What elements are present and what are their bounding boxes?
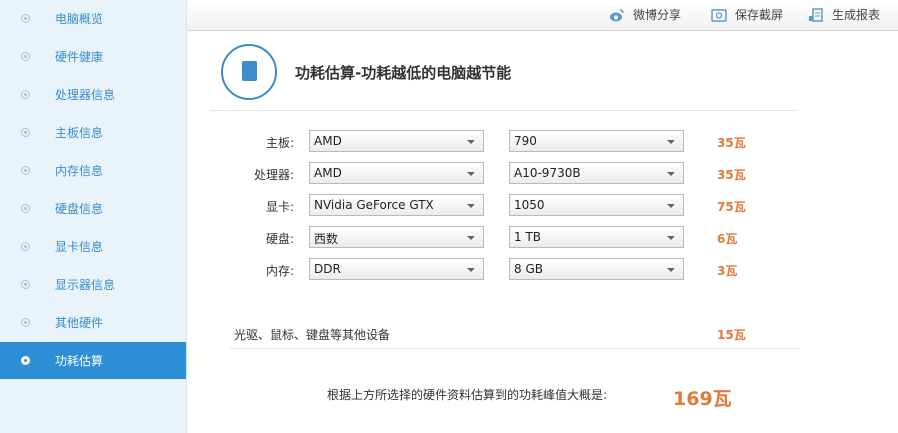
chevron-down-icon bbox=[467, 236, 475, 240]
brand-value: NVidia GeForce GTX bbox=[314, 198, 434, 212]
model-value: 8 GB bbox=[514, 262, 543, 276]
brand-value: AMD bbox=[314, 166, 342, 180]
chevron-down-icon bbox=[667, 140, 675, 144]
other-devices-watt: 15瓦 bbox=[717, 328, 746, 342]
sidebar-item-label: 硬盘信息 bbox=[55, 202, 104, 216]
sidebar-item[interactable]: 处理器信息 bbox=[0, 76, 186, 113]
row-label: 显卡: bbox=[265, 200, 294, 214]
sidebar-item-label: 内存信息 bbox=[55, 164, 104, 178]
sidebar-item-label: 硬件健康 bbox=[55, 50, 104, 64]
save-screenshot-label: 保存截屏 bbox=[735, 8, 784, 22]
sidebar: 电脑概览硬件健康处理器信息主板信息内存信息硬盘信息显卡信息显示器信息其他硬件功耗… bbox=[0, 0, 187, 433]
hardware-row: 硬盘: 西数 1 TB 6瓦 bbox=[230, 226, 790, 248]
hardware-row: 显卡: NVidia GeForce GTX 1050 75瓦 bbox=[230, 194, 790, 216]
sidebar-item[interactable]: 显卡信息 bbox=[0, 228, 186, 265]
sidebar-item-label: 功耗估算 bbox=[55, 354, 104, 368]
toolbar: 微博分享 保存截屏 生成报表 bbox=[187, 0, 898, 31]
row-label: 处理器: bbox=[253, 168, 294, 182]
total-watt: 169瓦 bbox=[673, 388, 732, 410]
chevron-down-icon bbox=[667, 204, 675, 208]
model-select[interactable]: 1 TB bbox=[509, 226, 684, 248]
radio-dot-icon bbox=[21, 90, 30, 99]
generate-report-button[interactable]: 生成报表 bbox=[808, 6, 880, 23]
report-icon bbox=[809, 7, 823, 22]
model-value: 1050 bbox=[514, 198, 545, 212]
sidebar-item-label: 主板信息 bbox=[55, 126, 104, 140]
sidebar-item[interactable]: 其他硬件 bbox=[0, 304, 186, 341]
hardware-row: 主板: AMD 790 35瓦 bbox=[230, 130, 790, 152]
sidebar-item[interactable]: 内存信息 bbox=[0, 152, 186, 189]
hardware-row: 内存: DDR 8 GB 3瓦 bbox=[230, 258, 790, 280]
sidebar-item[interactable]: 硬件健康 bbox=[0, 38, 186, 75]
brand-select[interactable]: AMD bbox=[309, 130, 484, 152]
watt-value: 3瓦 bbox=[717, 264, 738, 278]
brand-value: AMD bbox=[314, 134, 342, 148]
divider bbox=[230, 348, 800, 349]
sidebar-item[interactable]: 主板信息 bbox=[0, 114, 186, 151]
watt-value: 35瓦 bbox=[717, 168, 746, 182]
brand-value: DDR bbox=[314, 262, 341, 276]
model-select[interactable]: 8 GB bbox=[509, 258, 684, 280]
chevron-down-icon bbox=[467, 268, 475, 272]
camera-icon bbox=[711, 8, 727, 22]
brand-select[interactable]: 西数 bbox=[309, 226, 484, 248]
watt-value: 75瓦 bbox=[717, 200, 746, 214]
model-select[interactable]: 1050 bbox=[509, 194, 684, 216]
chevron-down-icon bbox=[667, 236, 675, 240]
brand-select[interactable]: DDR bbox=[309, 258, 484, 280]
hardware-row: 处理器: AMD A10-9730B 35瓦 bbox=[230, 162, 790, 184]
sidebar-item-label: 显卡信息 bbox=[55, 240, 104, 254]
brand-select[interactable]: NVidia GeForce GTX bbox=[309, 194, 484, 216]
chevron-down-icon bbox=[467, 140, 475, 144]
chevron-down-icon bbox=[467, 172, 475, 176]
sidebar-item-label: 处理器信息 bbox=[55, 88, 116, 102]
radio-dot-icon bbox=[21, 356, 30, 365]
chevron-down-icon bbox=[667, 172, 675, 176]
weibo-share-label: 微博分享 bbox=[633, 8, 682, 22]
calculator-logo bbox=[221, 44, 277, 100]
model-value: 1 TB bbox=[514, 230, 542, 244]
radio-dot-icon bbox=[21, 280, 30, 289]
page-title: 功耗估算-功耗越低的电脑越节能 bbox=[295, 64, 512, 82]
weibo-icon bbox=[610, 8, 624, 21]
model-select[interactable]: A10-9730B bbox=[509, 162, 684, 184]
radio-dot-icon bbox=[21, 242, 30, 251]
row-label: 主板: bbox=[265, 136, 294, 150]
row-label: 硬盘: bbox=[265, 232, 294, 246]
weibo-share-button[interactable]: 微博分享 bbox=[609, 6, 681, 23]
total-label: 根据上方所选择的硬件资料估算到的功耗峰值大概是: bbox=[327, 388, 608, 402]
radio-dot-icon bbox=[21, 52, 30, 61]
sidebar-item[interactable]: 显示器信息 bbox=[0, 266, 186, 303]
model-value: A10-9730B bbox=[514, 166, 581, 180]
radio-dot-icon bbox=[21, 318, 30, 327]
calculator-icon bbox=[242, 61, 257, 81]
sidebar-item-label: 其他硬件 bbox=[55, 316, 104, 330]
sidebar-item[interactable]: 功耗估算 bbox=[0, 342, 186, 379]
model-value: 790 bbox=[514, 134, 537, 148]
sidebar-item[interactable]: 电脑概览 bbox=[0, 0, 186, 37]
radio-dot-icon bbox=[21, 128, 30, 137]
other-devices-label: 光驱、鼠标、键盘等其他设备 bbox=[234, 328, 391, 342]
save-screenshot-button[interactable]: 保存截屏 bbox=[711, 6, 783, 23]
sidebar-item-label: 显示器信息 bbox=[55, 278, 116, 292]
divider bbox=[210, 110, 797, 111]
radio-dot-icon bbox=[21, 14, 30, 23]
radio-dot-icon bbox=[21, 204, 30, 213]
watt-value: 35瓦 bbox=[717, 136, 746, 150]
chevron-down-icon bbox=[667, 268, 675, 272]
watt-value: 6瓦 bbox=[717, 232, 738, 246]
radio-dot-icon bbox=[21, 166, 30, 175]
sidebar-item-label: 电脑概览 bbox=[55, 12, 104, 26]
model-select[interactable]: 790 bbox=[509, 130, 684, 152]
brand-value: 西数 bbox=[314, 232, 339, 246]
brand-select[interactable]: AMD bbox=[309, 162, 484, 184]
chevron-down-icon bbox=[467, 204, 475, 208]
generate-report-label: 生成报表 bbox=[832, 8, 881, 22]
sidebar-item[interactable]: 硬盘信息 bbox=[0, 190, 186, 227]
row-label: 内存: bbox=[265, 264, 294, 278]
